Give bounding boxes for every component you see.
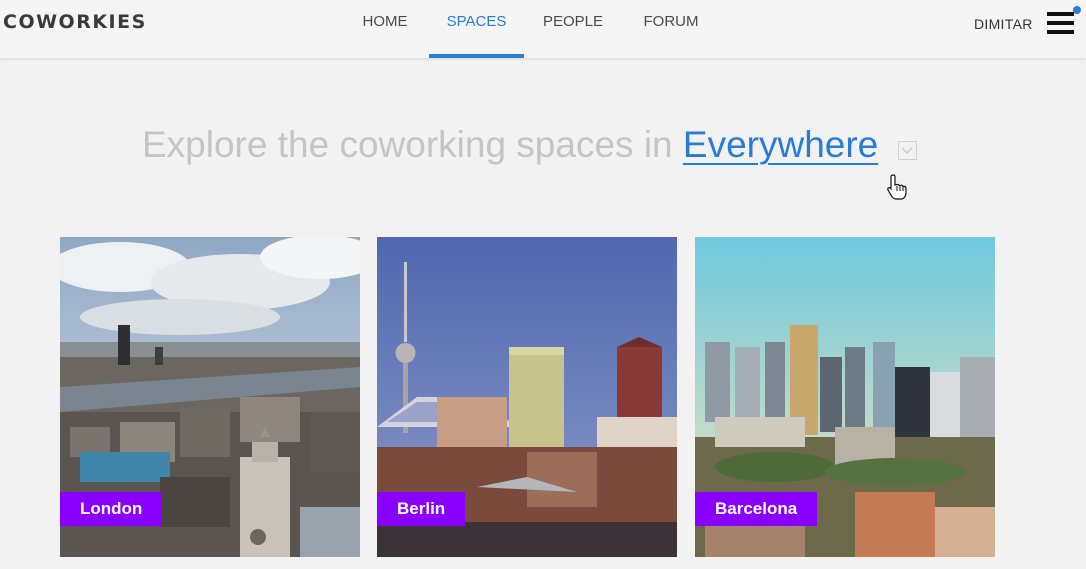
- city-card-barcelona[interactable]: Barcelona: [695, 237, 995, 557]
- title-prefix: Explore the coworking spaces in: [142, 124, 683, 165]
- nav-spaces[interactable]: SPACES: [429, 0, 524, 58]
- logo[interactable]: COWORKIES: [3, 11, 147, 33]
- city-label: Berlin: [377, 492, 466, 526]
- top-nav-bar: COWORKIES HOME SPACES PEOPLE FORUM DIMIT…: [0, 0, 1086, 58]
- notification-dot: [1073, 6, 1081, 14]
- nav-spaces-label: SPACES: [446, 13, 507, 30]
- city-label: London: [60, 492, 163, 526]
- nav-people-label: PEOPLE: [542, 13, 604, 30]
- nav-home-label: HOME: [362, 13, 408, 30]
- nav-forum[interactable]: FORUM: [632, 0, 710, 58]
- city-card-london[interactable]: London: [60, 237, 360, 557]
- city-label: Barcelona: [695, 492, 818, 526]
- hand-pointer-cursor-icon: [887, 174, 907, 200]
- hamburger-menu-icon[interactable]: [1047, 12, 1076, 36]
- page-title: Explore the coworking spaces in Everywhe…: [142, 124, 878, 174]
- nav-forum-label: FORUM: [643, 13, 699, 30]
- active-tab-indicator: [429, 54, 524, 58]
- location-dropdown-toggle[interactable]: [898, 141, 917, 160]
- location-selector-link[interactable]: Everywhere: [683, 124, 878, 165]
- nav-home[interactable]: HOME: [352, 0, 418, 58]
- nav-people[interactable]: PEOPLE: [535, 0, 611, 58]
- user-name[interactable]: DIMITAR: [974, 16, 1033, 32]
- chevron-down-icon: [901, 147, 913, 155]
- city-card-berlin[interactable]: Berlin: [377, 237, 677, 557]
